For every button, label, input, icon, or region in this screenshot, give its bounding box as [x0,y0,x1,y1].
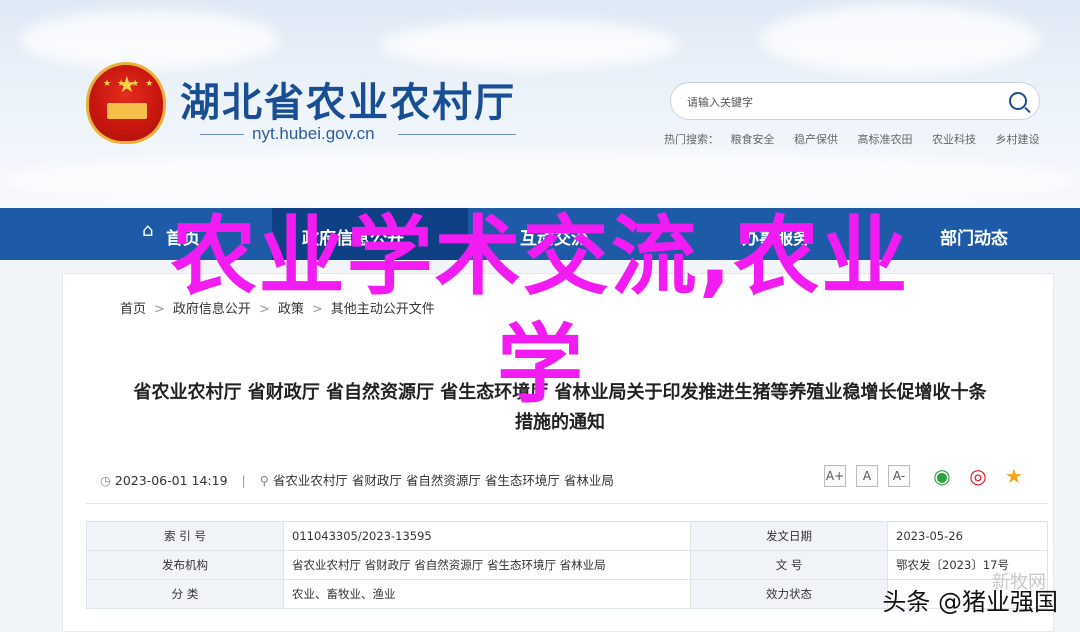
cloud-decoration [380,20,680,70]
article-meta: ◷ 2023-06-01 14:19 | ⚲ 省农业农村厅 省财政厅 省自然资源… [100,470,614,489]
breadcrumb-separator: > [258,302,270,317]
article-title-line2: 措施的通知 [515,412,605,433]
author-name: 省林业局 [563,473,614,488]
wechat-share-icon[interactable]: ◉ [930,464,954,488]
table-key: 分 类 [86,579,284,609]
nav-item-news[interactable]: 部门动态 [940,224,1008,249]
nav-item-interaction[interactable]: 互动交流 [520,224,588,249]
font-default-button[interactable]: A [856,465,878,487]
home-icon: ⌂ [142,220,154,241]
breadcrumb-separator: > [154,302,165,317]
site-domain: nyt.hubei.gov.cn [252,124,375,143]
hot-search-link[interactable]: 粮食安全 [731,133,775,146]
hot-search-link[interactable]: 稳产保供 [794,133,838,146]
breadcrumb-item[interactable]: 其他主动公开文件 [331,302,435,317]
domain-divider [398,134,516,135]
table-value: 省农业农村厅 省财政厅 省自然资源厅 省生态环境厅 省林业局 [282,550,692,580]
table-key: 效力状态 [690,579,889,609]
hot-search-link[interactable]: 农业科技 [932,133,976,146]
font-decrease-button[interactable]: A- [888,465,910,487]
clock-icon: ◷ [100,473,111,488]
hot-search-label: 热门搜索： [664,133,719,146]
table-key: 发布机构 [86,550,284,580]
table-value: 农业、畜牧业、渔业 [282,579,692,609]
publish-date: 2023-06-01 14:19 [114,473,228,488]
nav-item-gov-info[interactable]: 政府信息公开 [302,224,404,249]
author-name: 省自然资源厅 [405,473,481,488]
table-row: 索 引 号 011043305/2023-13595 发文日期 2023-05-… [86,521,1048,551]
author-name: 省生态环境厅 [484,473,560,488]
meta-divider [86,503,1048,504]
table-key: 索 引 号 [86,521,284,551]
hot-search-bar: 热门搜索： 粮食安全 稳产保供 高标准农田 农业科技 乡村建设 [664,131,1056,147]
hot-search-link[interactable]: 高标准农田 [858,133,913,146]
domain-divider [200,134,244,135]
breadcrumb-separator: > [311,302,323,317]
source-watermark: 头条 @猪业强国 [882,588,1058,616]
table-key: 发文日期 [690,521,889,551]
meta-separator: | [241,473,246,488]
hot-search-link[interactable]: 乡村建设 [996,133,1040,146]
table-key: 文 号 [690,550,889,580]
search-placeholder: 请输入关键字 [687,96,753,109]
search-input[interactable]: 请输入关键字 [670,82,1040,120]
author-name: 省农业农村厅 [272,473,348,488]
author-icon: ⚲ [259,473,269,488]
main-nav: ⌂ 首页 政府信息公开 互动交流 办事服务 部门动态 [0,208,1080,260]
cloud-decoration [20,10,280,70]
cloud-decoration [760,5,1040,75]
national-emblem-icon[interactable]: ★★★★ ★ [86,62,166,144]
nav-item-services[interactable]: 办事服务 [742,224,810,249]
table-row: 发布机构 省农业农村厅 省财政厅 省自然资源厅 省生态环境厅 省林业局 文 号 … [86,550,1048,580]
breadcrumb-item[interactable]: 政府信息公开 [173,302,251,317]
search-icon[interactable] [1009,92,1027,110]
breadcrumb-item[interactable]: 政策 [278,302,304,317]
author-name: 省财政厅 [351,473,402,488]
article-title: 省农业农村厅 省财政厅 省自然资源厅 省生态环境厅 省林业局关于印发推进生猪等养… [133,382,987,403]
breadcrumb: 首页 > 政府信息公开 > 政策 > 其他主动公开文件 [120,298,435,317]
cloud-decoration [0,150,1080,208]
table-value: 011043305/2023-13595 [282,521,692,551]
site-title[interactable]: 湖北省农业农村厅 [180,70,516,128]
weibo-share-icon[interactable]: ◎ [966,464,990,488]
nav-item-home[interactable]: 首页 [166,224,200,249]
qzone-share-icon[interactable]: ★ [1002,464,1026,488]
font-increase-button[interactable]: A+ [824,465,846,487]
table-value: 2023-05-26 [887,521,1048,551]
site-header: ★★★★ ★ 湖北省农业农村厅 nyt.hubei.gov.cn 请输入关键字 … [0,0,1080,208]
breadcrumb-item[interactable]: 首页 [120,302,146,317]
